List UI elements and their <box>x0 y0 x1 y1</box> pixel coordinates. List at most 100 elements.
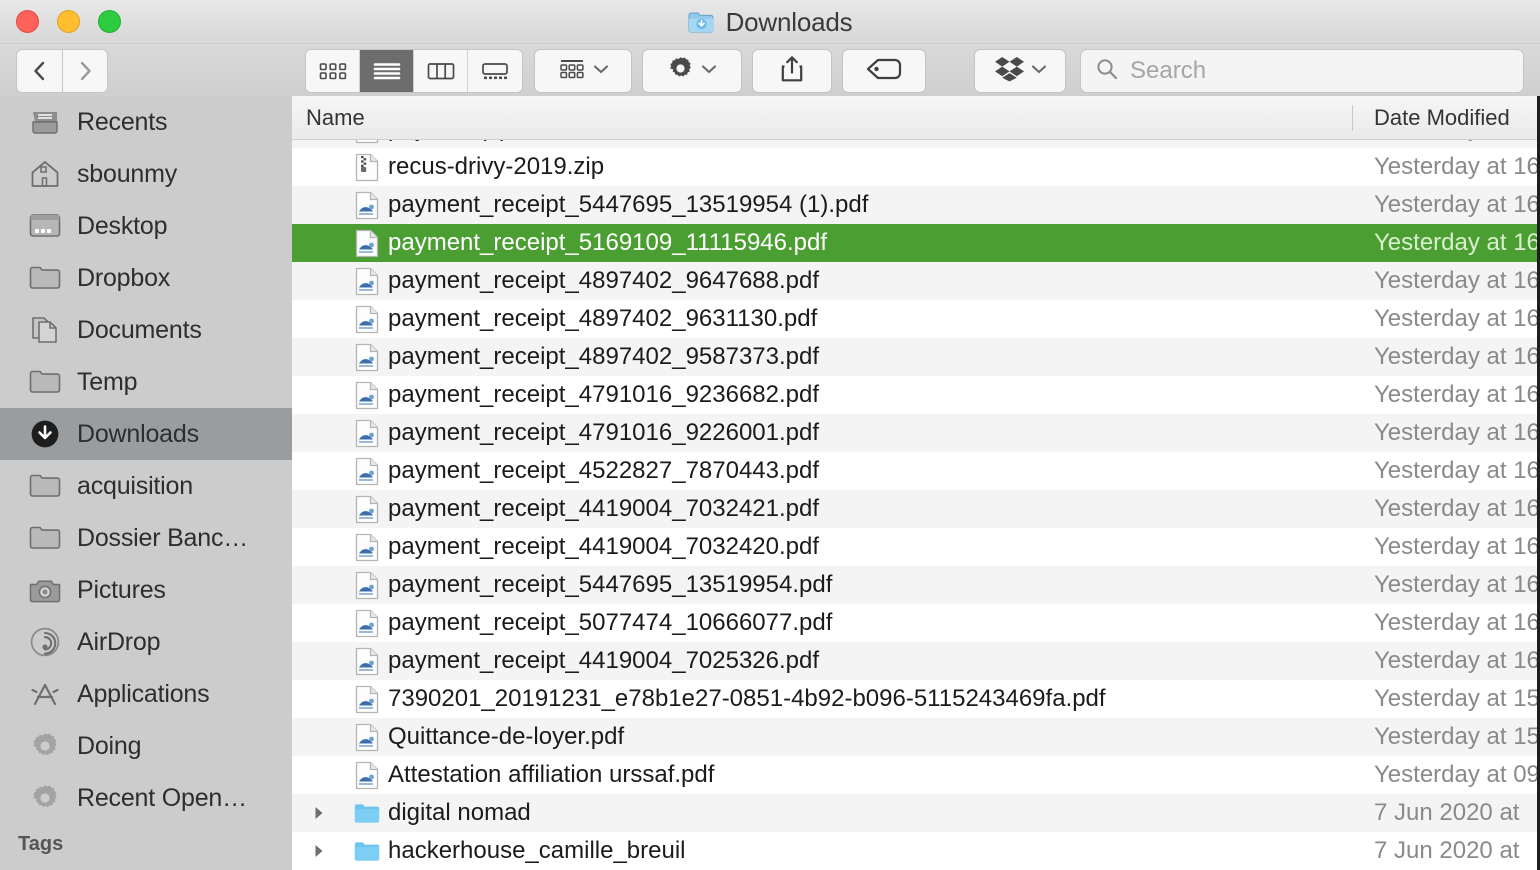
file-row[interactable]: payouts (5).csv Yesterday at 1 <box>292 140 1540 148</box>
file-row[interactable]: payment_receipt_4419004_7032421.pdf Yeste… <box>292 490 1540 528</box>
sidebar-item-pictures[interactable]: Pictures <box>0 564 292 616</box>
file-row[interactable]: payment_receipt_4897402_9631130.pdf Yeste… <box>292 300 1540 338</box>
dropbox-button[interactable] <box>974 49 1066 93</box>
downloads-circle-icon <box>28 419 62 449</box>
pdf-icon <box>354 646 380 676</box>
file-row[interactable]: Attestation affiliation urssaf.pdf Yester… <box>292 756 1540 794</box>
file-row[interactable]: payment_receipt_5077474_10666077.pdf Yest… <box>292 604 1540 642</box>
file-date-modified: Yesterday at 09 <box>1374 761 1540 788</box>
file-date-modified: Yesterday at 16 <box>1374 153 1540 180</box>
disclosure-triangle-icon[interactable] <box>310 804 328 822</box>
sidebar-item-recent-open[interactable]: Recent Open… <box>0 772 292 824</box>
file-row[interactable]: payment_receipt_5447695_13519954 (1).pdf… <box>292 186 1540 224</box>
list-view-button[interactable] <box>360 50 414 92</box>
file-name: hackerhouse_camille_breuil <box>388 837 686 864</box>
gallery-view-button[interactable] <box>468 50 522 92</box>
gear-icon <box>28 731 62 761</box>
search-input[interactable] <box>1130 57 1523 85</box>
sidebar-item-recents[interactable]: Recents <box>0 96 292 148</box>
finder-window: Downloads Search Recents sbounmy Desktop… <box>0 0 1540 870</box>
file-date-modified: Yesterday at 16 <box>1374 533 1540 560</box>
forward-button[interactable] <box>62 49 108 93</box>
file-name: payment_receipt_5447695_13519954 (1).pdf <box>388 191 869 218</box>
file-rows-viewport[interactable]: payouts (5).csv Yesterday at 1 recus-drivy… <box>292 140 1540 870</box>
pdf-icon <box>354 494 380 524</box>
file-name: payment_receipt_4791016_9236682.pdf <box>388 381 820 408</box>
sidebar-item-temp[interactable]: Temp <box>0 356 292 408</box>
column-header-name[interactable]: Name <box>306 105 365 131</box>
pdf-icon <box>354 266 380 296</box>
file-row[interactable]: payment_receipt_4791016_9236682.pdf Yeste… <box>292 376 1540 414</box>
sidebar-item-dossier-banc[interactable]: Dossier Banc… <box>0 512 292 564</box>
column-view-button[interactable] <box>414 50 468 92</box>
sidebar-item-desktop[interactable]: Desktop <box>0 200 292 252</box>
file-date-modified: Yesterday at 16 <box>1374 229 1540 256</box>
file-name: payment_receipt_4897402_9587373.pdf <box>388 343 820 370</box>
applications-icon <box>28 679 62 709</box>
icon-view-button[interactable] <box>306 50 360 92</box>
file-date-modified: Yesterday at 16 <box>1374 419 1540 446</box>
pdf-icon <box>354 456 380 486</box>
file-date-modified: Yesterday at 1 <box>1374 140 1527 143</box>
file-name: 7390201_20191231_e78b1e27-0851-4b92-b096… <box>388 685 1106 712</box>
file-row[interactable]: recus-drivy-2019.zip Yesterday at 16 <box>292 148 1540 186</box>
disclosure-triangle-icon[interactable] <box>310 842 328 860</box>
file-row[interactable]: payment_receipt_4522827_7870443.pdf Yeste… <box>292 452 1540 490</box>
sidebar: Recents sbounmy Desktop Dropbox Documents Tem… <box>0 96 292 870</box>
sidebar-item-label: Pictures <box>77 575 166 604</box>
sidebar-item-doing[interactable]: Doing <box>0 720 292 772</box>
file-date-modified: Yesterday at 16 <box>1374 495 1540 522</box>
file-row[interactable]: hackerhouse_camille_breuil 7 Jun 2020 at <box>292 832 1540 870</box>
sidebar-item-documents[interactable]: Documents <box>0 304 292 356</box>
documents-icon <box>28 315 62 345</box>
file-row[interactable]: Quittance-de-loyer.pdf Yesterday at 15 <box>292 718 1540 756</box>
folder-icon <box>28 471 62 501</box>
zip-icon <box>354 152 380 182</box>
file-date-modified: Yesterday at 16 <box>1374 647 1540 674</box>
tag-icon <box>866 58 902 85</box>
file-name: payment_receipt_4791016_9226001.pdf <box>388 419 820 446</box>
dropbox-icon <box>994 55 1024 88</box>
sidebar-item-label: Downloads <box>77 419 199 448</box>
file-row[interactable]: payment_receipt_5169109_11115946.pdf Yest… <box>292 224 1540 262</box>
pdf-icon <box>354 608 380 638</box>
sidebar-item-applications[interactable]: Applications <box>0 668 292 720</box>
file-row[interactable]: payment_receipt_4791016_9226001.pdf Yeste… <box>292 414 1540 452</box>
column-headers: Name Date Modified <box>292 96 1540 140</box>
sidebar-item-acquisition[interactable]: acquisition <box>0 460 292 512</box>
file-name: payouts (5).csv <box>388 140 551 143</box>
share-button[interactable] <box>752 49 832 93</box>
tags-button[interactable] <box>842 49 926 93</box>
pdf-icon <box>354 304 380 334</box>
sidebar-item-label: acquisition <box>77 471 193 500</box>
chevron-down-icon <box>593 62 609 80</box>
back-button[interactable] <box>16 49 62 93</box>
file-row[interactable]: payment_receipt_5447695_13519954.pdf Yest… <box>292 566 1540 604</box>
file-row[interactable]: payment_receipt_4419004_7025326.pdf Yeste… <box>292 642 1540 680</box>
column-divider[interactable] <box>1352 105 1353 131</box>
file-row[interactable]: payment_receipt_4419004_7032420.pdf Yeste… <box>292 528 1540 566</box>
column-header-date-modified[interactable]: Date Modified <box>1374 105 1510 131</box>
sidebar-item-dropbox[interactable]: Dropbox <box>0 252 292 304</box>
search-field[interactable] <box>1080 49 1524 93</box>
file-row[interactable]: payment_receipt_4897402_9647688.pdf Yeste… <box>292 262 1540 300</box>
window-title: Downloads <box>0 0 1540 44</box>
sidebar-item-label: Applications <box>77 679 210 708</box>
file-date-modified: Yesterday at 16 <box>1374 571 1540 598</box>
sidebar-item-airdrop[interactable]: AirDrop <box>0 616 292 668</box>
file-row[interactable]: digital nomad 7 Jun 2020 at <box>292 794 1540 832</box>
pdf-icon <box>354 418 380 448</box>
sidebar-item-label: Documents <box>77 315 202 344</box>
sidebar-item-sbounmy[interactable]: sbounmy <box>0 148 292 200</box>
pdf-icon <box>354 722 380 752</box>
file-row[interactable]: payment_receipt_4897402_9587373.pdf Yeste… <box>292 338 1540 376</box>
file-name: payment_receipt_5169109_11115946.pdf <box>388 229 828 256</box>
file-date-modified: 7 Jun 2020 at <box>1374 799 1520 826</box>
sidebar-item-label: AirDrop <box>77 627 161 656</box>
arrange-button[interactable] <box>534 49 632 93</box>
file-row[interactable]: 7390201_20191231_e78b1e27-0851-4b92-b096… <box>292 680 1540 718</box>
file-date-modified: Yesterday at 16 <box>1374 457 1540 484</box>
action-menu-button[interactable] <box>642 49 742 93</box>
sidebar-item-downloads[interactable]: Downloads <box>0 408 292 460</box>
pdf-icon <box>354 684 380 714</box>
